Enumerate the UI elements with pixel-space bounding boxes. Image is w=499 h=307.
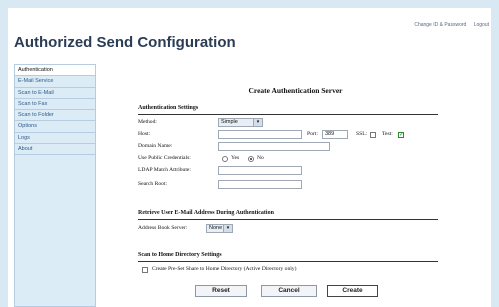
- divider: [138, 114, 438, 115]
- test-checkbox[interactable]: ✓: [398, 132, 404, 138]
- retrieve-email-heading: Retrieve User E-Mail Address During Auth…: [138, 210, 274, 216]
- host-input[interactable]: [218, 130, 302, 139]
- address-book-value: None: [209, 225, 223, 231]
- sidebar-item-authentication[interactable]: Authentication: [15, 65, 95, 77]
- sidebar-item-scan-to-fax[interactable]: Scan to Fax: [15, 99, 95, 111]
- form-title: Create Authentication Server: [248, 86, 343, 95]
- search-root-input[interactable]: [218, 180, 302, 189]
- create-button[interactable]: Create: [327, 285, 378, 297]
- search-root-label: Search Root:: [138, 181, 168, 187]
- port-label: Port:: [307, 131, 318, 137]
- divider: [138, 219, 438, 220]
- ldap-match-label: LDAP Match Attribute:: [138, 167, 191, 173]
- domain-name-input[interactable]: [218, 142, 330, 151]
- address-book-select[interactable]: None ▾: [206, 224, 233, 233]
- sidebar: Authentication E-Mail Service Scan to E-…: [14, 64, 96, 307]
- address-book-label: Address Book Server:: [138, 225, 188, 231]
- reset-button[interactable]: Reset: [195, 285, 247, 297]
- yes-label: Yes: [231, 155, 240, 161]
- ssl-checkbox[interactable]: [370, 132, 376, 138]
- public-credentials-label: Use Public Credentials:: [138, 155, 191, 161]
- public-credentials-yes-radio[interactable]: [222, 156, 228, 162]
- home-directory-heading: Scan to Home Directory Settings: [138, 252, 222, 258]
- sidebar-item-options[interactable]: Options: [15, 121, 95, 133]
- main-content: Create Authentication Server Authenticat…: [100, 64, 491, 307]
- change-password-link[interactable]: Change ID & Password: [414, 22, 466, 28]
- domain-name-label: Domain Name:: [138, 143, 173, 149]
- preset-share-label: Create Pre-Set Share to Home Directory (…: [152, 266, 297, 272]
- auth-settings-heading: Authentication Settings: [138, 105, 199, 111]
- ldap-match-input[interactable]: [218, 166, 302, 175]
- page-title: Authorized Send Configuration: [14, 34, 236, 51]
- divider: [138, 261, 438, 262]
- preset-share-checkbox[interactable]: [142, 267, 148, 273]
- sidebar-item-email-service[interactable]: E-Mail Service: [15, 76, 95, 88]
- public-credentials-no-radio[interactable]: [248, 156, 254, 162]
- chevron-down-icon: ▾: [253, 119, 262, 126]
- method-value: Simple: [221, 119, 238, 125]
- sidebar-item-scan-to-folder[interactable]: Scan to Folder: [15, 110, 95, 122]
- sidebar-item-about[interactable]: About: [15, 144, 95, 156]
- chevron-down-icon: ▾: [223, 225, 232, 232]
- method-label: Method:: [138, 119, 157, 125]
- top-links: Change ID & Password Logout: [408, 22, 489, 28]
- sidebar-item-scan-to-email[interactable]: Scan to E-Mail: [15, 88, 95, 99]
- logout-link[interactable]: Logout: [474, 22, 489, 28]
- host-label: Host:: [138, 131, 151, 137]
- no-label: No: [257, 155, 264, 161]
- cancel-button[interactable]: Cancel: [261, 285, 317, 297]
- sidebar-item-logs[interactable]: Logs: [15, 133, 95, 145]
- port-input[interactable]: 389: [322, 130, 348, 139]
- ssl-label: SSL:: [356, 131, 368, 137]
- method-select[interactable]: Simple ▾: [218, 118, 263, 127]
- test-label: Test:: [382, 131, 393, 137]
